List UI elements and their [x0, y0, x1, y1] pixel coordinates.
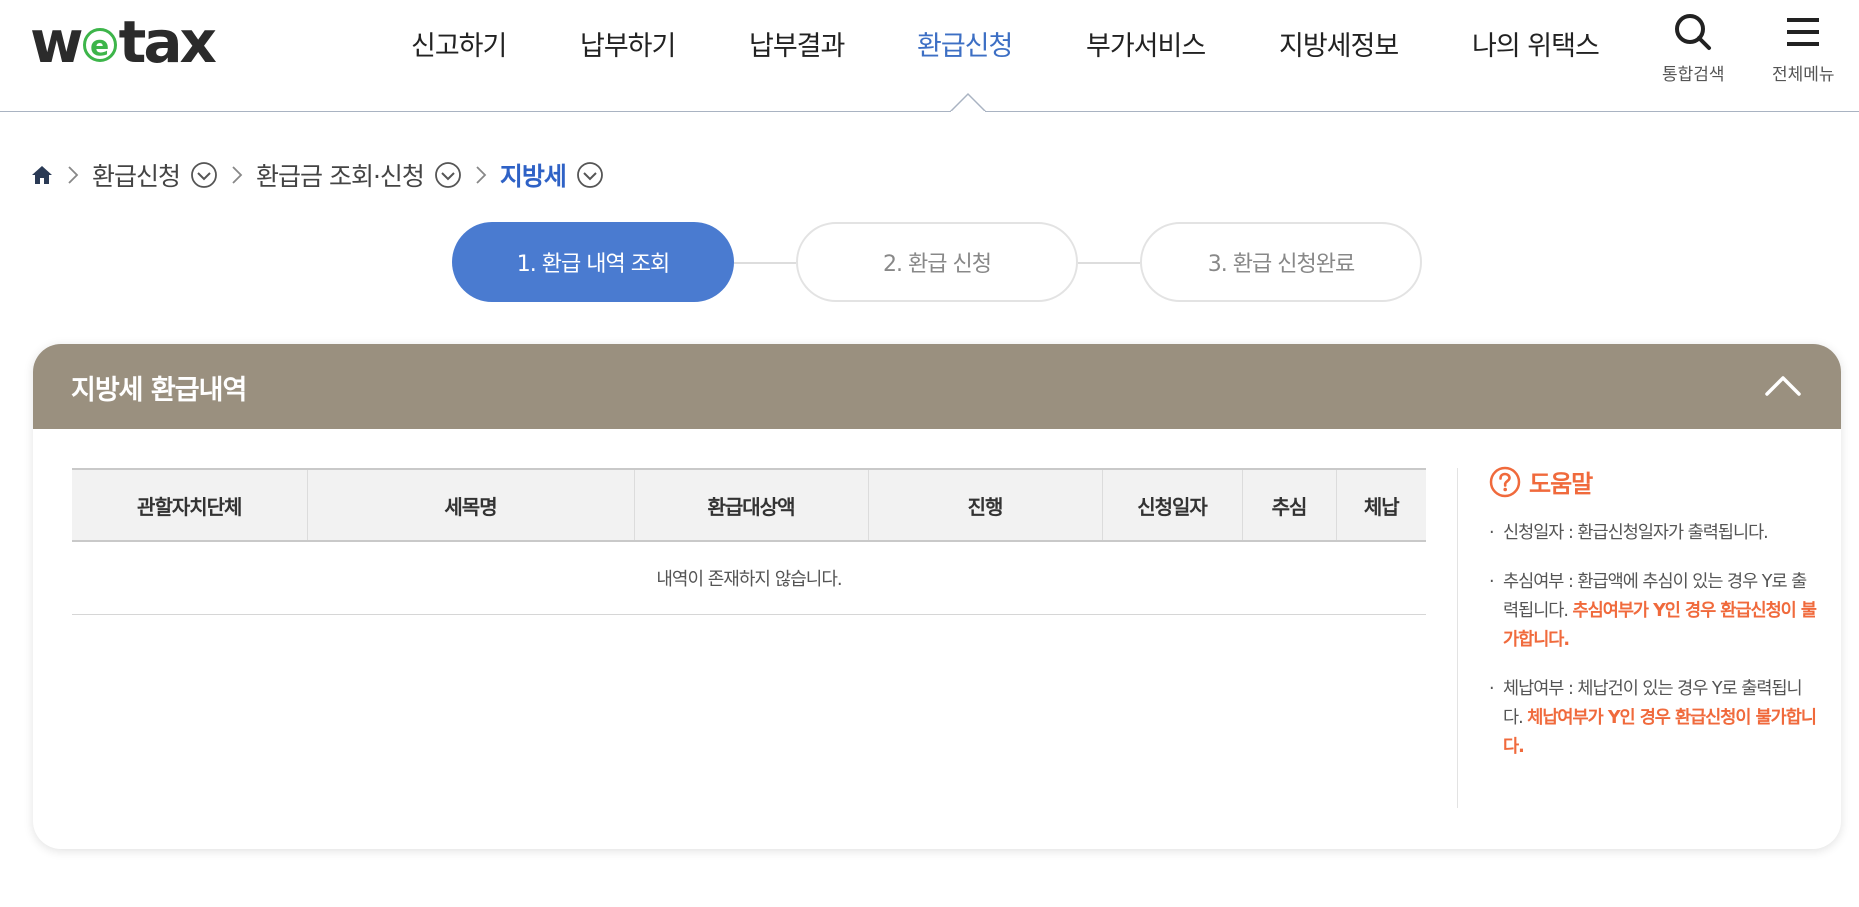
search-icon: [1675, 14, 1712, 50]
breadcrumb-item-local-tax[interactable]: 지방세: [500, 157, 604, 193]
nav-item-my-wetax[interactable]: 나의 위택스: [1472, 24, 1600, 63]
nav-item-report[interactable]: 신고하기: [411, 24, 507, 63]
help-item-arrears: · 체납여부 : 체납건이 있는 경우 Y로 출력됩니다. 체납여부가 Y인 경…: [1489, 679, 1817, 757]
help-box: 도움말 · 신청일자 : 환급신청일자가 출력됩니다. · 추심여부 : 환급액…: [1489, 464, 1819, 762]
panel-header: 지방세 환급내역: [33, 344, 1841, 429]
breadcrumb-item-refund[interactable]: 환급신청: [92, 157, 218, 193]
step-2-refund-apply: 2. 환급 신청: [796, 222, 1078, 302]
wetax-logo[interactable]: w e tax: [30, 8, 217, 76]
breadcrumb: 환급신청 환급금 조회·신청 지방세: [30, 155, 604, 195]
panel-title: 지방세 환급내역: [71, 375, 247, 406]
help-title: 도움말: [1489, 464, 1819, 499]
column-header-collection: 추심: [1241, 468, 1336, 542]
empty-table-message: 내역이 존재하지 않습니다.: [72, 541, 1426, 615]
column-header-apply-date: 신청일자: [1101, 468, 1242, 542]
breadcrumb-label: 지방세: [499, 162, 567, 191]
column-header-tax-item: 세목명: [306, 468, 634, 542]
help-title-text: 도움말: [1529, 470, 1593, 498]
nav-item-refund[interactable]: 환급신청: [917, 24, 1013, 63]
chevron-down-circle-icon[interactable]: [434, 161, 462, 189]
column-header-refund-amount: 환급대상액: [633, 468, 868, 542]
breadcrumb-separator-icon: [230, 164, 244, 186]
step-3-refund-complete: 3. 환급 신청완료: [1140, 222, 1422, 302]
nav-item-payment[interactable]: 납부하기: [580, 24, 676, 63]
all-menu-label: 전체메뉴: [1772, 65, 1835, 85]
logo-text-pre: w: [30, 8, 84, 76]
refund-table-wrapper: 관할자치단체 세목명 환급대상액 진행 신청일자 추심 체납 내역이 존재하지 …: [72, 468, 1426, 615]
chevron-down-circle-icon[interactable]: [190, 161, 218, 189]
column-header-arrears: 체납: [1335, 468, 1426, 542]
step-connector: [1078, 262, 1140, 264]
chevron-up-icon: [1765, 376, 1801, 396]
table-header-row: 관할자치단체 세목명 환급대상액 진행 신청일자 추심 체납: [72, 468, 1426, 542]
breadcrumb-label: 환급금 조회·신청: [256, 162, 425, 191]
help-item-text: 신청일자 : 환급신청일자가 출력됩니다.: [1503, 523, 1769, 543]
all-menu-button[interactable]: 전체메뉴: [1772, 12, 1835, 85]
collapse-panel-button[interactable]: [1763, 366, 1803, 410]
help-item-warning: 체납여부가 Y인 경우 환급신청이 불가합니다.: [1503, 708, 1817, 757]
active-nav-caret-icon: [950, 92, 986, 112]
help-item-apply-date: · 신청일자 : 환급신청일자가 출력됩니다.: [1489, 523, 1769, 543]
search-label: 통합검색: [1662, 65, 1725, 85]
integrated-search-button[interactable]: 통합검색: [1662, 12, 1725, 85]
nav-item-extra-services[interactable]: 부가서비스: [1086, 24, 1206, 63]
breadcrumb-label: 환급신청: [92, 162, 181, 191]
column-header-jurisdiction: 관할자치단체: [72, 468, 307, 542]
step-connector: [734, 262, 796, 264]
refund-history-table: 관할자치단체 세목명 환급대상액 진행 신청일자 추심 체납 내역이 존재하지 …: [72, 468, 1426, 615]
nav-item-local-tax-info[interactable]: 지방세정보: [1279, 24, 1399, 63]
logo-e-circle: e: [82, 28, 117, 62]
refund-history-panel: 지방세 환급내역 관할자치단체 세목명 환급대상액 진행 신청일자 추심 체납 …: [33, 344, 1841, 849]
help-item-collection: · 추심여부 : 환급액에 추심이 있는 경우 Y로 출력됩니다. 추심여부가 …: [1489, 572, 1817, 650]
question-circle-icon: [1489, 466, 1521, 498]
step-1-refund-lookup: 1. 환급 내역 조회: [452, 222, 734, 302]
nav-item-payment-result[interactable]: 납부결과: [749, 24, 845, 63]
chevron-down-circle-icon[interactable]: [576, 161, 604, 189]
site-header: w e tax 신고하기 납부하기 납부결과 환급신청 부가서비스 지방세정보 …: [0, 0, 1859, 112]
table-row: 내역이 존재하지 않습니다.: [72, 541, 1426, 615]
hamburger-menu-icon: [1787, 18, 1820, 46]
column-header-progress: 진행: [867, 468, 1102, 542]
logo-text-post: tax: [118, 8, 217, 76]
help-divider: [1457, 468, 1458, 808]
home-icon[interactable]: [30, 163, 54, 187]
breadcrumb-separator-icon: [66, 164, 80, 186]
breadcrumb-item-refund-lookup[interactable]: 환급금 조회·신청: [256, 157, 462, 193]
breadcrumb-separator-icon: [474, 164, 488, 186]
